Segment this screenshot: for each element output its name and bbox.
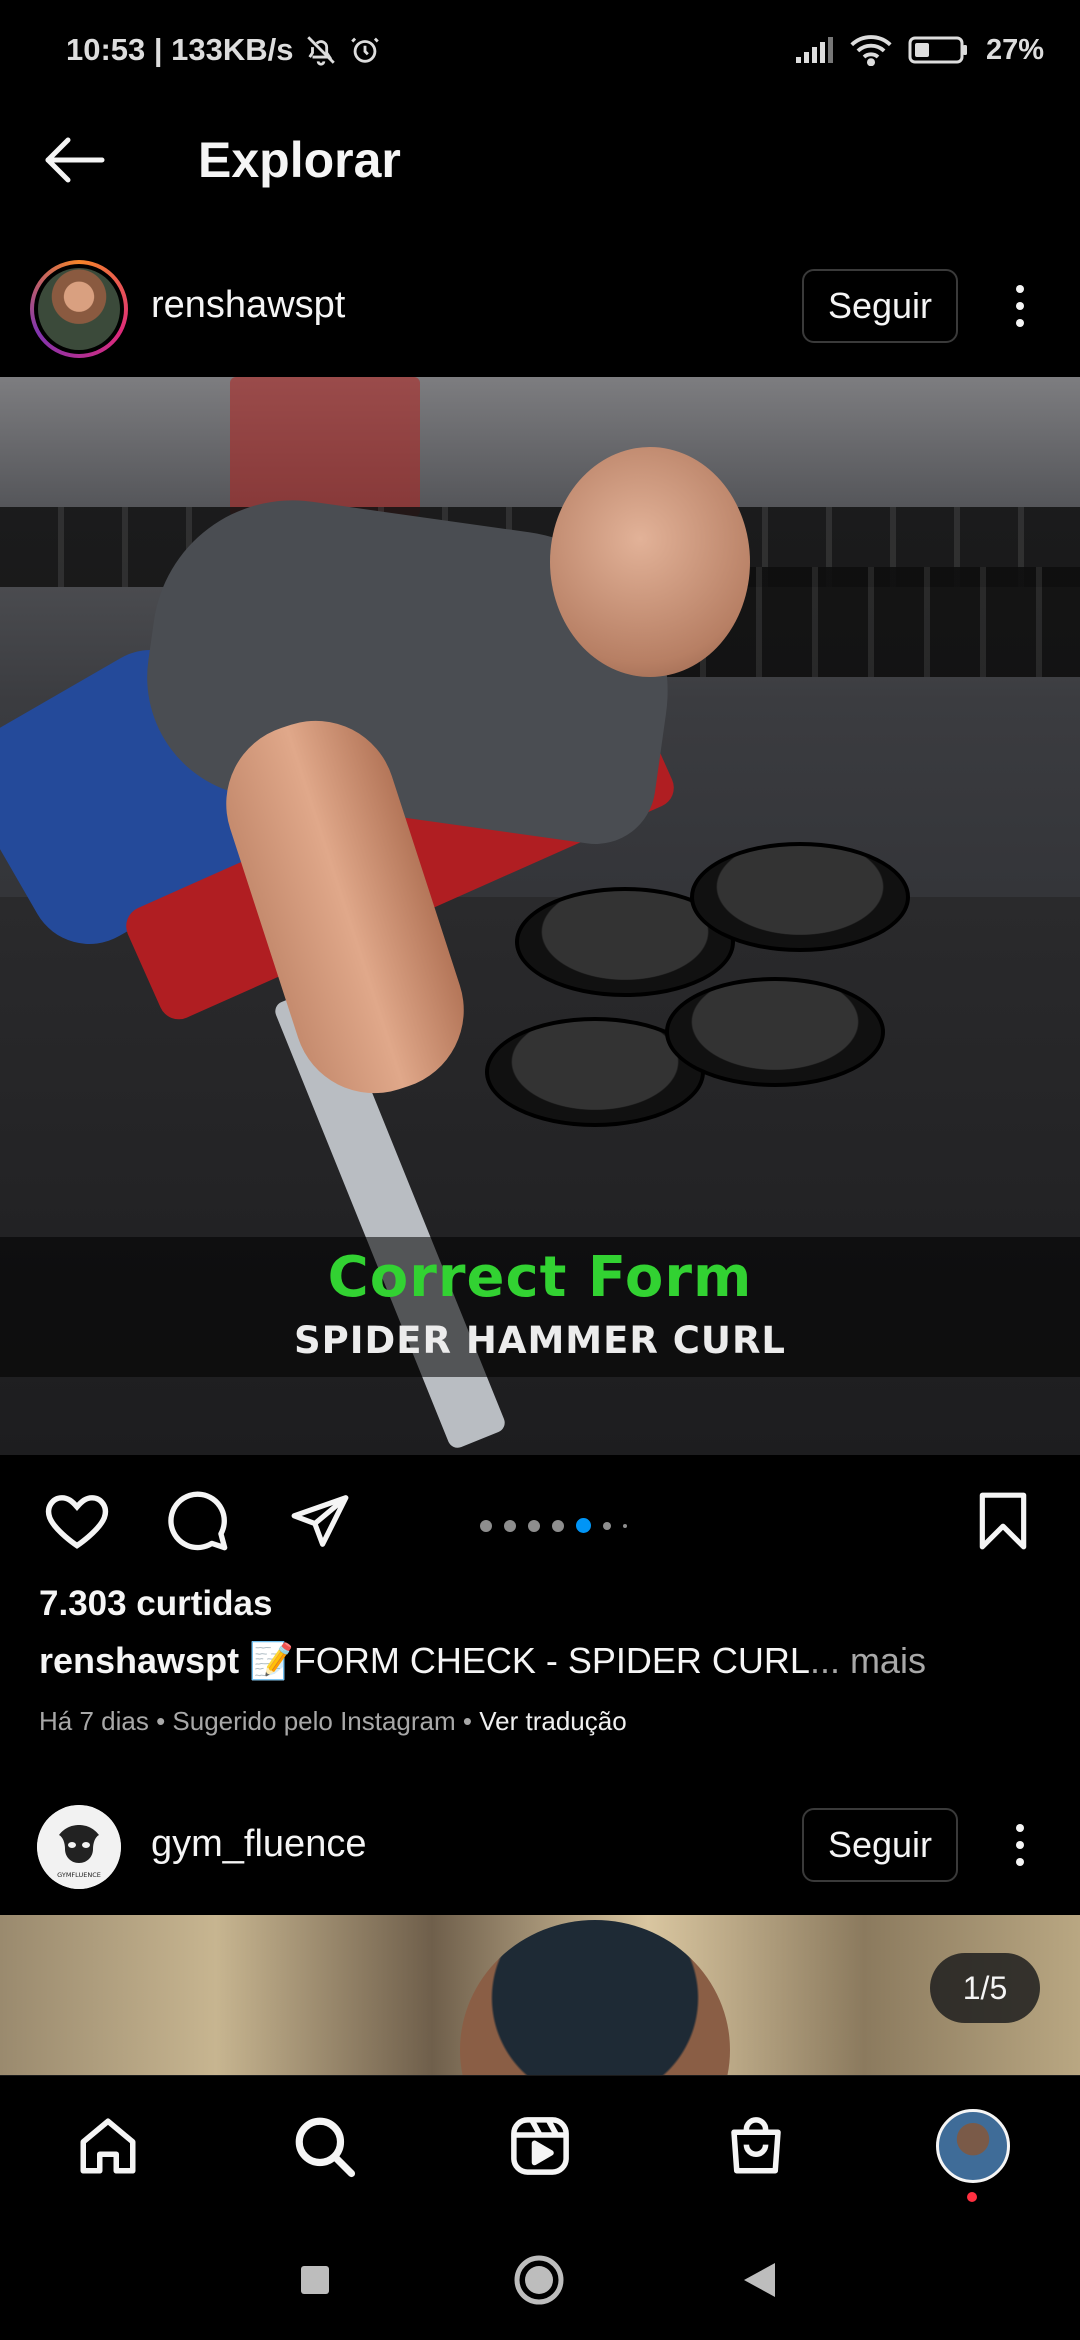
post-username[interactable]: gym_fluence [151,1819,366,1869]
home-circle-icon[interactable] [504,2245,574,2315]
carousel-dot [603,1521,611,1530]
alarm-icon [348,33,382,67]
wifi-icon [850,34,892,66]
shop-icon[interactable] [716,2106,796,2186]
status-bar: 10:53 | 133KB/s 27% [0,0,1080,100]
carousel-dot [623,1523,627,1528]
carousel-counter: 1/5 [930,1953,1040,2023]
media-overlay-subtitle: SPIDER HAMMER CURL [293,1319,787,1362]
post-caption[interactable]: renshawspt 📝FORM CHECK - SPIDER CURL... … [39,1640,926,1682]
post-meta-text: Há 7 dias • Sugerido pelo Instagram • [39,1706,480,1736]
follow-button[interactable]: Seguir [802,269,958,343]
likes-count[interactable]: 7.303 curtidas [39,1584,272,1624]
caption-text: 📝FORM CHECK - SPIDER CURL [239,1640,810,1681]
signal-icon [794,35,834,65]
post-media[interactable]: Correct Form SPIDER HAMMER CURL [0,377,1080,1455]
bell-off-icon [304,33,338,67]
carousel-dot [504,1519,516,1532]
post-actions [0,1470,1080,1570]
system-nav [0,2215,1080,2340]
notification-dot [967,2192,977,2202]
post-header: renshawspt Seguir [0,256,1080,358]
status-right: 27% [794,34,1044,67]
gymfluence-logo: GYMFLUENCE [37,1805,121,1889]
home-icon[interactable] [68,2106,148,2186]
translate-link[interactable]: Ver tradução [479,1706,626,1736]
recents-icon[interactable] [280,2245,350,2315]
arrow-left-icon [45,137,105,183]
comment-icon[interactable] [163,1486,233,1556]
search-icon[interactable] [284,2106,364,2186]
carousel-dot [552,1519,564,1532]
post-media-2[interactable]: 1/5 [0,1915,1080,2075]
battery-icon [908,35,970,65]
more-options-icon[interactable] [1000,276,1040,336]
bottom-nav [0,2075,1080,2215]
profile-avatar[interactable] [933,2106,1013,2186]
heart-icon[interactable] [42,1486,112,1556]
top-bar: Explorar [0,110,1080,210]
carousel-dot [528,1519,540,1532]
share-icon[interactable] [285,1486,355,1556]
avatar[interactable]: GYMFLUENCE [37,1805,121,1889]
post-meta: Há 7 dias • Sugerido pelo Instagram • Ve… [39,1706,627,1737]
back-triangle-icon[interactable] [724,2245,794,2315]
more-options-icon[interactable] [1000,1815,1040,1875]
avatar[interactable] [30,260,128,358]
caption-username[interactable]: renshawspt [39,1640,239,1681]
status-time: 10:53 | 133KB/s [66,32,294,67]
post-username[interactable]: renshawspt [151,280,345,330]
battery-percent: 27% [985,33,1044,66]
avatar-logo-text: GYMFLUENCE [57,1871,101,1879]
page-title: Explorar [198,132,401,188]
post-header-2: GYMFLUENCE gym_fluence Seguir [0,1795,1080,1895]
media-overlay-title: Correct Form [327,1245,753,1310]
follow-button[interactable]: Seguir [802,1808,958,1882]
carousel-dot-active [576,1518,591,1533]
caption-more-link[interactable]: ... mais [810,1640,926,1681]
carousel-indicator [480,1518,627,1533]
status-left: 10:53 | 133KB/s [66,32,382,68]
back-button[interactable] [40,130,110,190]
carousel-dot [480,1519,492,1532]
bookmark-icon[interactable] [968,1486,1038,1556]
reels-icon[interactable] [500,2106,580,2186]
